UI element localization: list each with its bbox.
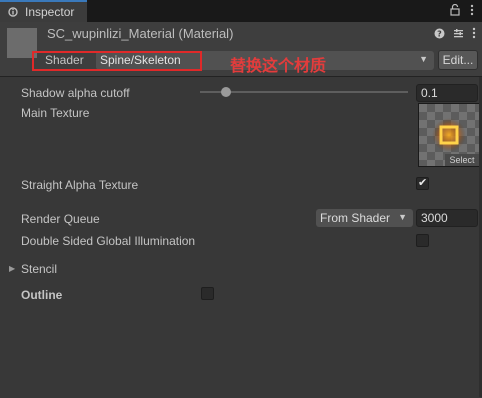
render-queue-field[interactable]: 3000 xyxy=(416,209,478,227)
tab-bar: Inspector xyxy=(0,0,482,22)
double-sided-gi-label: Double Sided Global Illumination xyxy=(21,234,196,248)
tab-label: Inspector xyxy=(25,5,75,19)
straight-alpha-checkbox[interactable]: ✔ xyxy=(416,177,429,190)
texture-select-button[interactable]: Select xyxy=(445,154,479,166)
annotation-text: 替换这个材质 xyxy=(230,56,327,75)
shadow-alpha-slider-thumb[interactable] xyxy=(221,87,231,97)
svg-text:?: ? xyxy=(437,29,442,38)
checkmark-icon: ✔ xyxy=(418,177,428,189)
chevron-right-icon[interactable]: ▶ xyxy=(9,264,15,273)
edit-shader-button[interactable]: Edit... xyxy=(438,50,478,70)
tab-inspector[interactable]: Inspector xyxy=(0,0,87,22)
chevron-down-icon: ▼ xyxy=(398,212,407,222)
shader-label: Shader xyxy=(45,53,84,67)
stencil-foldout[interactable]: Stencil xyxy=(21,262,57,276)
help-icon[interactable]: ? xyxy=(434,28,445,39)
lock-icon[interactable] xyxy=(450,4,460,16)
shader-value: Spine/Skeleton xyxy=(100,53,181,67)
double-sided-gi-checkbox[interactable] xyxy=(416,234,429,247)
material-title: SC_wupinlizi_Material (Material) xyxy=(47,26,234,41)
kebab-menu-icon[interactable] xyxy=(472,27,476,39)
render-queue-label: Render Queue xyxy=(21,212,100,226)
render-queue-mode: From Shader xyxy=(320,211,391,225)
outline-label: Outline xyxy=(21,288,63,302)
straight-alpha-label: Straight Alpha Texture xyxy=(21,178,139,192)
chevron-down-icon: ▼ xyxy=(419,54,428,64)
outline-checkbox[interactable] xyxy=(201,287,214,300)
preset-settings-icon[interactable] xyxy=(453,28,464,39)
shadow-alpha-cutoff-field[interactable]: 0.1 xyxy=(416,84,478,102)
shadow-alpha-slider-track[interactable] xyxy=(200,91,408,93)
kebab-menu-icon[interactable] xyxy=(470,4,474,16)
inspector-icon xyxy=(8,7,18,17)
shadow-alpha-cutoff-label: Shadow alpha cutoff xyxy=(21,86,130,100)
render-queue-dropdown[interactable]: From Shader ▼ xyxy=(316,209,413,227)
main-texture-label: Main Texture xyxy=(21,106,90,120)
main-texture-slot[interactable]: Select xyxy=(418,103,480,167)
